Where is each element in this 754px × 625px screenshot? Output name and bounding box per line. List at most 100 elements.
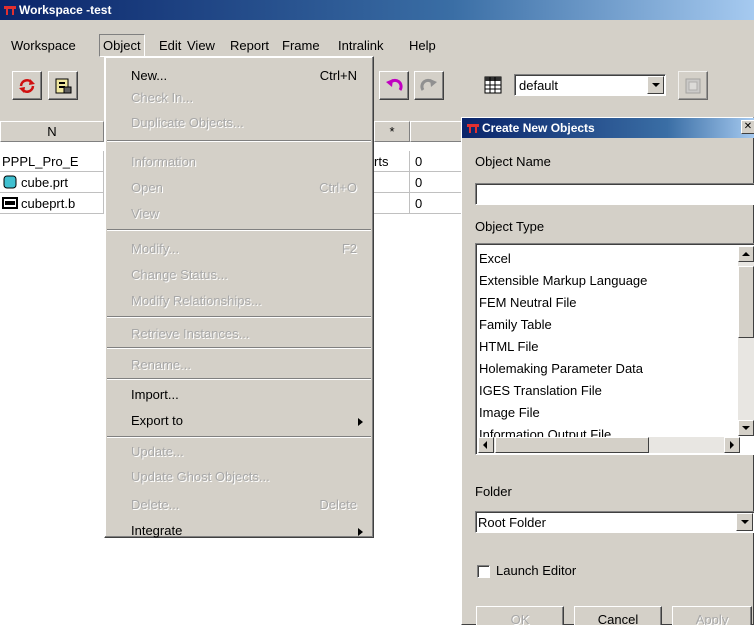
menu-item-label: Update Ghost Objects... — [131, 469, 270, 484]
object-name-input[interactable] — [475, 183, 754, 205]
apply-button[interactable]: Apply — [672, 606, 752, 625]
menu-item-label: Modify Relationships... — [131, 293, 262, 308]
menu-item-label: Delete... — [131, 497, 180, 512]
menu-item-label: Integrate — [131, 523, 183, 538]
menu-edit[interactable]: Edit — [159, 38, 181, 53]
list-item[interactable]: HTML File — [479, 339, 538, 354]
launch-editor-checkbox[interactable] — [477, 565, 490, 578]
object-menu-dropdown: New... Ctrl+N Check In... Duplicate Obje… — [104, 56, 374, 538]
menu-intralink[interactable]: Intralink — [338, 38, 384, 53]
menu-item-rename[interactable]: Rename... — [105, 354, 373, 376]
menu-item-change-status[interactable]: Change Status... — [105, 264, 373, 286]
menu-item-information[interactable]: Information — [105, 151, 373, 173]
table-row-cell: 0 — [410, 193, 464, 214]
close-icon[interactable]: ✕ — [741, 120, 754, 134]
undo-button[interactable] — [379, 71, 409, 100]
list-item[interactable]: Excel — [479, 251, 511, 266]
menu-object[interactable]: Object — [99, 34, 145, 57]
scroll-thumb[interactable] — [495, 437, 649, 453]
scroll-thumb[interactable] — [738, 266, 754, 338]
menu-item-open[interactable]: Open Ctrl+O — [105, 177, 373, 199]
check-in-button[interactable] — [48, 71, 78, 100]
menu-frame[interactable]: Frame — [282, 38, 320, 53]
refresh-button[interactable] — [12, 71, 42, 100]
menu-item-duplicate-objects[interactable]: Duplicate Objects... — [105, 112, 373, 134]
menu-item-new[interactable]: New... Ctrl+N — [105, 65, 373, 87]
vertical-scrollbar[interactable] — [738, 246, 754, 436]
dialog-title: Create New Objects — [482, 121, 595, 135]
table-row-name[interactable]: PPPL_Pro_E — [0, 151, 104, 172]
list-item[interactable]: Family Table — [479, 317, 552, 332]
file-name: cubeprt.b — [21, 196, 76, 211]
file-name: cube.prt — [21, 175, 68, 190]
menu-item-check-in[interactable]: Check In... — [105, 87, 373, 109]
arrow-right-icon — [730, 441, 734, 449]
launch-editor-label: Launch Editor — [496, 563, 577, 578]
list-item[interactable]: Holemaking Parameter Data — [479, 361, 643, 376]
menu-item-shortcut: Ctrl+N — [319, 68, 357, 83]
table-row-name[interactable]: cubeprt.b — [0, 193, 104, 214]
column-header-2[interactable]: * — [374, 121, 410, 142]
check-in-icon — [55, 78, 72, 94]
menubar: Workspace Object Edit View Report Frame … — [0, 34, 754, 57]
menu-item-label: Open — [131, 180, 163, 195]
arrow-up-icon — [742, 252, 750, 256]
refresh-icon — [19, 79, 35, 93]
table-view-icon — [484, 76, 502, 94]
object-name-label: Object Name — [475, 154, 551, 169]
menu-item-modify-relationships[interactable]: Modify Relationships... — [105, 290, 373, 312]
submenu-arrow-icon — [358, 418, 363, 426]
menu-item-export-to[interactable]: Export to — [105, 410, 373, 432]
menu-item-update-ghost-objects[interactable]: Update Ghost Objects... — [105, 466, 373, 488]
layout-button[interactable] — [678, 71, 708, 100]
scroll-right-button[interactable] — [724, 437, 740, 453]
menu-item-integrate[interactable]: Integrate — [105, 520, 373, 542]
menu-help[interactable]: Help — [409, 38, 436, 53]
menu-item-label: Duplicate Objects... — [131, 115, 244, 130]
table-row-cell — [374, 193, 410, 214]
menu-item-view[interactable]: View — [105, 203, 373, 225]
object-type-list[interactable]: Excel Extensible Markup Language FEM Neu… — [475, 243, 754, 455]
dialog-titlebar[interactable]: Create New Objects ✕ — [462, 118, 754, 138]
scroll-left-button[interactable] — [478, 437, 494, 453]
window-titlebar[interactable]: Workspace -test — [0, 0, 754, 20]
menu-item-retrieve-instances[interactable]: Retrieve Instances... — [105, 323, 373, 345]
ptc-file-icon — [2, 197, 18, 209]
column-header-name[interactable]: N — [0, 121, 104, 142]
table-view-button[interactable] — [484, 76, 504, 96]
table-row-name[interactable]: cube.prt — [0, 172, 104, 193]
scroll-up-button[interactable] — [738, 246, 754, 262]
ok-button[interactable]: OK — [476, 606, 564, 625]
menu-report[interactable]: Report — [230, 38, 269, 53]
folder-label: Folder — [475, 484, 512, 499]
list-item[interactable]: Image File — [479, 405, 540, 420]
table-row-cell: 0 — [410, 172, 464, 193]
column-header-3[interactable] — [410, 121, 464, 142]
create-new-objects-dialog: Create New Objects ✕ Object Name Object … — [461, 117, 754, 625]
menu-item-label: Retrieve Instances... — [131, 326, 250, 341]
menu-item-import[interactable]: Import... — [105, 384, 373, 406]
list-item[interactable]: FEM Neutral File — [479, 295, 577, 310]
menu-workspace[interactable]: Workspace — [11, 38, 76, 53]
redo-button[interactable] — [414, 71, 444, 100]
list-item[interactable]: IGES Translation File — [479, 383, 602, 398]
folder-select[interactable]: Root Folder — [475, 511, 754, 533]
menu-item-update[interactable]: Update... — [105, 441, 373, 463]
menu-separator — [107, 378, 371, 380]
scroll-down-button[interactable] — [738, 420, 754, 436]
menu-item-delete[interactable]: Delete... Delete — [105, 494, 373, 516]
menu-separator — [107, 140, 371, 142]
menu-item-label: Import... — [131, 387, 179, 402]
chevron-down-icon[interactable] — [647, 76, 664, 94]
table-row-cell: rts — [374, 151, 410, 172]
menu-item-label: Rename... — [131, 357, 191, 372]
menu-item-label: Modify... — [131, 241, 180, 256]
chevron-down-icon[interactable] — [736, 513, 753, 531]
menu-item-modify[interactable]: Modify... F2 — [105, 238, 373, 260]
cancel-button[interactable]: Cancel — [574, 606, 662, 625]
view-select[interactable]: default — [514, 74, 666, 96]
horizontal-scrollbar[interactable] — [478, 437, 740, 453]
list-item[interactable]: Extensible Markup Language — [479, 273, 647, 288]
menu-view[interactable]: View — [187, 38, 215, 53]
app-icon — [467, 124, 479, 133]
